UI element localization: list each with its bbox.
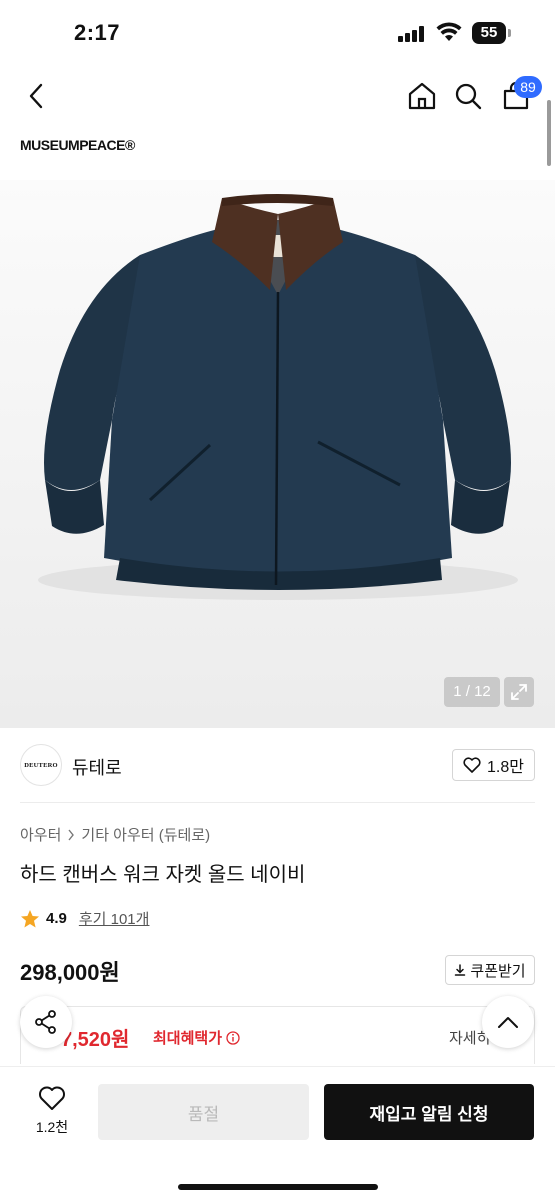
store-name[interactable]: 듀테로 — [72, 754, 122, 780]
breadcrumb: 아우터 기타 아우터 (듀테로) — [20, 824, 210, 845]
product-image[interactable] — [0, 180, 555, 728]
wishlist-count: 1.2천 — [35, 1119, 69, 1135]
chevron-up-icon — [498, 1017, 518, 1028]
jacket-illustration — [38, 194, 518, 600]
top-navigation — [0, 66, 555, 126]
scroll-to-top-button[interactable] — [482, 996, 534, 1048]
benefit-label: 최대혜택가 — [153, 1027, 240, 1048]
wifi-icon — [436, 22, 462, 41]
expand-image-button[interactable] — [504, 677, 534, 707]
download-icon — [455, 964, 466, 976]
chevron-right-icon — [68, 829, 75, 840]
rating-value: 4.9 — [46, 910, 67, 927]
star-icon — [21, 909, 39, 927]
wishlist-button[interactable]: 1.2천 — [22, 1085, 82, 1149]
image-counter: 1 / 12 — [444, 677, 500, 707]
bottom-action-bar: 1.2천 품절 재입고 알림 신청 — [0, 1066, 555, 1200]
back-button[interactable] — [18, 78, 54, 114]
breadcrumb-item-outer[interactable]: 아우터 — [20, 824, 61, 845]
info-icon[interactable] — [226, 1030, 240, 1045]
product-price: 298,000원 — [20, 960, 120, 985]
home-button[interactable] — [404, 78, 440, 114]
store-like-count: 1.8만 — [487, 759, 524, 776]
share-icon — [35, 1010, 56, 1034]
store-row: DEUTERO 듀테로 1.8만 — [20, 742, 535, 788]
soldout-button: 품절 — [98, 1084, 309, 1140]
scroll-indicator — [547, 100, 551, 166]
heart-icon — [463, 757, 481, 773]
home-indicator — [178, 1184, 378, 1190]
battery-level: 55 — [472, 22, 506, 44]
search-button[interactable] — [450, 78, 486, 114]
coupon-button[interactable]: 쿠폰받기 — [445, 955, 535, 985]
divider — [20, 802, 535, 803]
breadcrumb-item-other-outer[interactable]: 기타 아우터 (듀테로) — [81, 824, 210, 845]
signal-icon — [398, 26, 424, 42]
expand-icon — [511, 684, 527, 700]
home-icon — [408, 82, 436, 110]
brand-logo: MUSEUMPEACE® — [20, 137, 135, 153]
store-logo[interactable]: DEUTERO — [20, 744, 62, 786]
status-time: 2:17 — [74, 20, 121, 45]
search-icon — [455, 83, 482, 110]
share-button[interactable] — [20, 996, 72, 1048]
back-icon — [29, 83, 43, 109]
benefit-label-text: 최대혜택가 — [153, 1030, 223, 1047]
status-bar: 2:17 55 — [0, 0, 555, 66]
max-benefit-box[interactable]: 7,520원 최대혜택가 자세히 — [20, 1006, 535, 1064]
rating-row: 4.9 후기 101개 — [20, 908, 149, 929]
battery-tip — [508, 29, 511, 37]
review-link[interactable]: 후기 101개 — [79, 908, 150, 929]
product-title: 하드 캔버스 워크 자켓 올드 네이비 — [20, 864, 306, 886]
restock-alert-button[interactable]: 재입고 알림 신청 — [324, 1084, 534, 1140]
battery-icon: 55 — [472, 22, 512, 44]
coupon-label: 쿠폰받기 — [470, 962, 526, 980]
cart-count-badge: 89 — [514, 76, 542, 98]
store-like-button[interactable]: 1.8만 — [452, 749, 535, 781]
heart-icon — [39, 1086, 65, 1110]
